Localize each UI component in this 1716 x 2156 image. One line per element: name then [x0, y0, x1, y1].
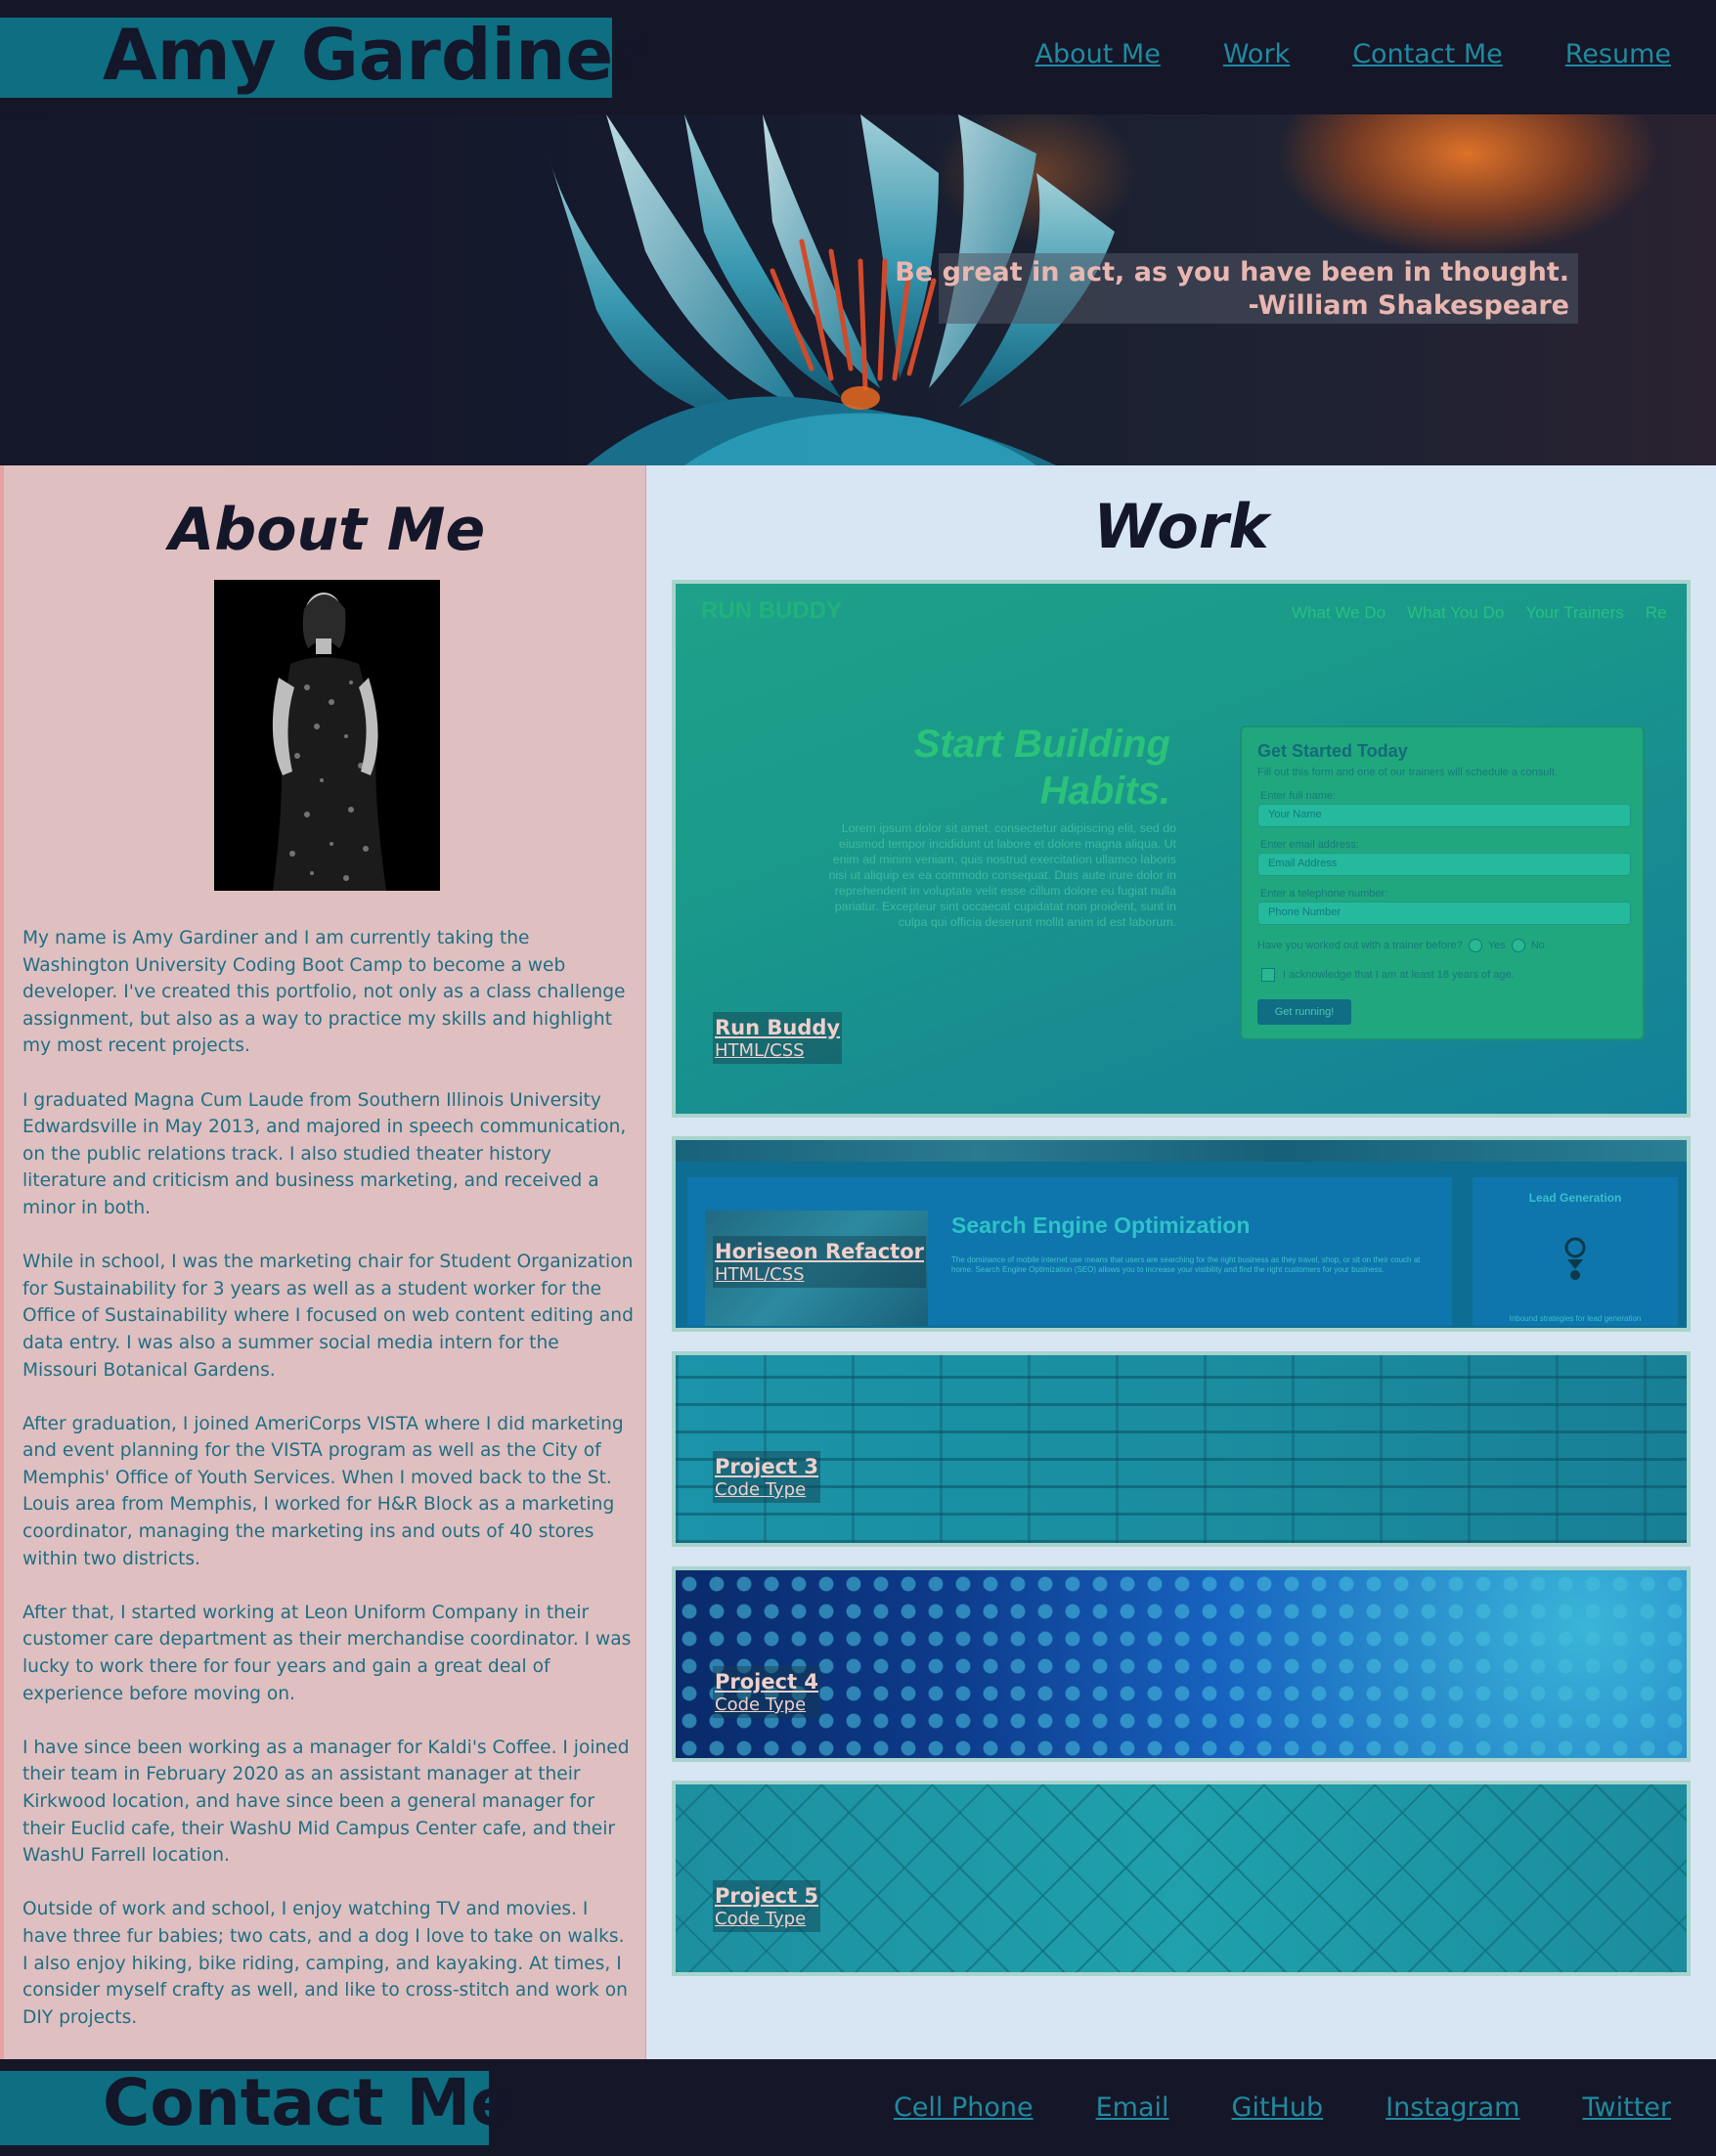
- horiseon-side-title: Lead Generation: [1528, 1191, 1622, 1205]
- hero-banner: Be great in act, as you have been in tho…: [0, 114, 1716, 465]
- rb-nav-item: Re: [1645, 603, 1667, 622]
- profile-photo-image: [214, 580, 440, 891]
- rb-radio-yes-label: Yes: [1487, 940, 1506, 951]
- project-title-link[interactable]: Run Buddy: [715, 1015, 840, 1040]
- rb-form-subtitle: Fill out this form and one of our traine…: [1257, 767, 1558, 778]
- rb-headline-line: Habits.: [1039, 770, 1170, 813]
- rb-label-email: Enter email address:: [1260, 839, 1359, 851]
- project-type-link[interactable]: HTML/CSS: [715, 1040, 840, 1062]
- project-label: Project 5 Code Type: [713, 1880, 821, 1932]
- led-dots-pattern: [676, 1570, 1687, 1756]
- bio-paragraph: While in school, I was the marketing cha…: [22, 1252, 634, 1381]
- project-type-link[interactable]: Code Type: [715, 1909, 818, 1930]
- site-footer: Contact Me Cell Phone Email GitHub Insta…: [0, 2059, 1716, 2156]
- rb-logo: RUN BUDDY: [701, 597, 842, 624]
- site-header: Amy Gardiner About Me Work Contact Me Re…: [0, 0, 1716, 114]
- project-title-link[interactable]: Project 4: [715, 1669, 818, 1694]
- nav-about-link[interactable]: About Me: [1034, 39, 1160, 69]
- rb-form-title: Get Started Today: [1257, 741, 1408, 761]
- rb-submit-button: Get running!: [1257, 999, 1351, 1025]
- project-card-4[interactable]: Project 4 Code Type: [672, 1566, 1691, 1762]
- project-card-horiseon[interactable]: Search Engine Optimization The dominance…: [672, 1136, 1691, 1332]
- bio-paragraph: After that, I started working at Leon Un…: [22, 1602, 632, 1704]
- rb-email-placeholder: Email Address: [1268, 858, 1338, 869]
- project-label: Horiseon Refactor HTML/CSS: [713, 1236, 926, 1288]
- work-section: Work RUN BUDDY What We Do What You Do Yo…: [646, 465, 1716, 2059]
- rb-checkbox: [1261, 968, 1275, 982]
- rb-nav-item: What You Do: [1407, 603, 1505, 622]
- bio-paragraph: Outside of work and school, I enjoy watc…: [22, 1899, 628, 2028]
- horiseon-side-text: Inbound strategies for lead generation: [1509, 1314, 1642, 1323]
- rb-phone-field: Phone Number: [1257, 902, 1631, 925]
- project-type-link[interactable]: Code Type: [715, 1694, 818, 1716]
- profile-photo: [214, 580, 440, 891]
- rb-radio-row: Have you worked out with a trainer befor…: [1257, 939, 1545, 952]
- rb-name-field: Your Name: [1257, 804, 1631, 827]
- work-heading: Work: [1093, 491, 1269, 562]
- contact-links: Cell Phone Email GitHub Instagram Twitte…: [894, 2092, 1671, 2123]
- cell-phone-link[interactable]: Cell Phone: [894, 2092, 1034, 2123]
- bio-paragraph: After graduation, I joined AmeriCorps VI…: [22, 1413, 624, 1569]
- quote-author: -William Shakespeare: [1248, 290, 1569, 321]
- rb-radio-yes: [1468, 939, 1482, 952]
- instagram-link[interactable]: Instagram: [1386, 2092, 1519, 2123]
- about-section: About Me My name is Amy Gardiner and I a…: [0, 465, 646, 2059]
- contact-heading: Contact Me: [103, 2065, 514, 2140]
- rb-signup-form: Get Started Today Fill out this form and…: [1240, 726, 1645, 1040]
- rb-headline-line: Start Building: [913, 723, 1170, 766]
- rb-radio-no: [1511, 939, 1525, 952]
- brand-block: Amy Gardiner: [0, 14, 648, 98]
- rb-email-field: Email Address: [1257, 853, 1631, 876]
- horiseon-text: The dominance of mobile internet use mea…: [951, 1255, 1421, 1274]
- project-card-run-buddy[interactable]: RUN BUDDY What We Do What You Do Your Tr…: [672, 580, 1691, 1118]
- rb-nav-item: Your Trainers: [1525, 603, 1624, 622]
- nav-resume-link[interactable]: Resume: [1565, 39, 1671, 69]
- bio-paragraph: My name is Amy Gardiner and I am current…: [22, 928, 626, 1057]
- rb-phone-placeholder: Phone Number: [1268, 906, 1341, 918]
- rb-checkbox-label: I acknowledge that I am at least 18 year…: [1283, 969, 1515, 981]
- hero-quote: Be great in act, as you have been in tho…: [895, 256, 1569, 323]
- about-heading: About Me: [168, 496, 486, 564]
- twitter-link[interactable]: Twitter: [1583, 2092, 1672, 2123]
- project-type-link[interactable]: Code Type: [715, 1479, 818, 1501]
- project-type-link[interactable]: HTML/CSS: [715, 1264, 924, 1286]
- rb-radio-question: Have you worked out with a trainer befor…: [1257, 940, 1463, 951]
- bio-paragraph: I graduated Magna Cum Laude from Souther…: [22, 1089, 627, 1218]
- main-nav: About Me Work Contact Me Resume: [1034, 39, 1671, 69]
- about-bio: My name is Amy Gardiner and I am current…: [22, 925, 635, 2058]
- rb-nav: What We Do What You Do Your Trainers Re: [1292, 603, 1667, 623]
- project-title-link[interactable]: Project 5: [715, 1883, 818, 1909]
- contact-block: Contact Me: [0, 2065, 514, 2145]
- project-label: Run Buddy HTML/CSS: [713, 1012, 843, 1064]
- horiseon-side-panel: Lead Generation Inbound strategies for l…: [1473, 1177, 1678, 1326]
- lead-generation-icon: [1564, 1237, 1586, 1280]
- horiseon-heading: Search Engine Optimization: [951, 1212, 1251, 1238]
- rb-headline: Start Building Habits.: [914, 721, 1170, 814]
- rb-radio-no-label: No: [1530, 940, 1545, 951]
- horiseon-header-strip: [676, 1140, 1687, 1162]
- rb-nav-item: What We Do: [1292, 603, 1386, 622]
- rb-name-placeholder: Your Name: [1268, 809, 1322, 820]
- project-card-5[interactable]: Project 5 Code Type: [672, 1781, 1691, 1976]
- project-label: Project 3 Code Type: [713, 1451, 821, 1503]
- project-title-link[interactable]: Horiseon Refactor: [715, 1239, 924, 1264]
- rb-lorem: Lorem ipsum dolor sit amet, consectetur …: [828, 821, 1176, 929]
- github-link[interactable]: GitHub: [1232, 2092, 1324, 2123]
- nav-work-link[interactable]: Work: [1223, 39, 1290, 69]
- email-link[interactable]: Email: [1096, 2092, 1169, 2123]
- project-title-link[interactable]: Project 3: [715, 1454, 818, 1479]
- project-label: Project 4 Code Type: [713, 1666, 821, 1718]
- nav-contact-link[interactable]: Contact Me: [1352, 39, 1503, 69]
- rb-label-name: Enter full name:: [1260, 790, 1337, 802]
- site-title: Amy Gardiner: [103, 14, 648, 96]
- bio-paragraph: I have since been working as a manager f…: [22, 1737, 630, 1867]
- rb-label-phone: Enter a telephone number:: [1260, 888, 1388, 900]
- quote-text: Be great in act, as you have been in tho…: [895, 257, 1569, 287]
- project-card-3[interactable]: Project 3 Code Type: [672, 1351, 1691, 1547]
- rb-checkbox-row: I acknowledge that I am at least 18 year…: [1261, 968, 1515, 982]
